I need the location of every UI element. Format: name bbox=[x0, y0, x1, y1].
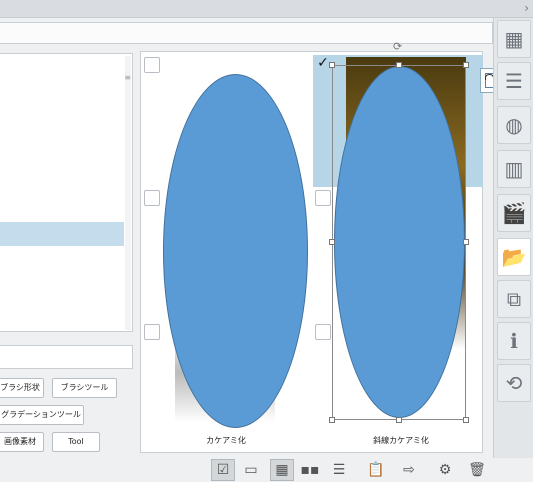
material-checkbox[interactable] bbox=[144, 324, 160, 340]
trash-icon[interactable]: 🗑 bbox=[465, 459, 489, 481]
tag-brush-shape-button[interactable]: ブラシ形状 bbox=[0, 378, 44, 398]
material-checkbox[interactable] bbox=[144, 57, 160, 73]
tag-image-material-button[interactable]: 画像素材 bbox=[0, 432, 44, 452]
info-icon[interactable]: ℹ bbox=[497, 322, 531, 360]
clapperboard-icon[interactable]: 🎬 bbox=[497, 194, 531, 232]
right-sidebar: ▦ ☰ ◍ ▥ 🎬 📂 ⧉ ℹ ⟲ bbox=[493, 18, 533, 458]
resize-handle[interactable] bbox=[396, 62, 402, 68]
material-tree-panel: ≡ bbox=[0, 53, 133, 332]
material-checkbox[interactable] bbox=[315, 190, 331, 206]
material-caption: カケアミ化 bbox=[206, 436, 246, 445]
circle-icon[interactable]: ◍ bbox=[497, 106, 531, 144]
panel-header bbox=[0, 22, 493, 44]
resize-handle[interactable] bbox=[463, 62, 469, 68]
window-icon[interactable]: ⧉ bbox=[497, 280, 531, 318]
settings-icon[interactable]: ⚙ bbox=[433, 459, 457, 481]
card-view-icon[interactable]: ▭ bbox=[239, 459, 263, 481]
sync-icon[interactable]: ⟲ bbox=[497, 364, 531, 402]
material-caption: 斜線カケアミ化 bbox=[373, 436, 429, 445]
resize-handle[interactable] bbox=[463, 239, 469, 245]
folder-stack-icon[interactable]: ▥ bbox=[497, 150, 531, 188]
paste-icon[interactable]: 📋 bbox=[364, 459, 388, 481]
tree-scrollbar[interactable] bbox=[125, 56, 131, 330]
small-grid-icon[interactable]: ▪▪ bbox=[298, 459, 322, 481]
export-icon[interactable]: ⇨ bbox=[397, 459, 421, 481]
check-view-icon[interactable]: ☑ bbox=[211, 459, 235, 481]
scroll-grip-icon: ≡ bbox=[124, 73, 131, 82]
large-grid-icon[interactable]: ▦ bbox=[270, 459, 294, 481]
bottom-toolbar: ☑ ▭ ▦ ▪▪ ☰ 📋 ⇨ ⚙ 🗑 bbox=[0, 458, 533, 482]
resize-handle[interactable] bbox=[463, 417, 469, 423]
chevron-right-icon[interactable]: › bbox=[524, 1, 529, 15]
list-view-icon[interactable]: ☰ bbox=[327, 459, 351, 481]
resize-handle[interactable] bbox=[329, 62, 335, 68]
thumbnail-grid-icon[interactable]: ▦ bbox=[497, 20, 531, 58]
ellipse-shape[interactable] bbox=[163, 74, 308, 428]
resize-handle[interactable] bbox=[396, 417, 402, 423]
tag-gradation-tool-button[interactable]: グラデーションツール bbox=[0, 405, 84, 425]
folder-import-icon[interactable]: 📂 bbox=[497, 238, 531, 276]
resize-handle[interactable] bbox=[329, 417, 335, 423]
ellipse-shape-selected[interactable] bbox=[334, 66, 465, 418]
rotate-handle-icon[interactable]: ⟳ bbox=[393, 40, 402, 53]
tag-brush-tool-button[interactable]: ブラシツール bbox=[52, 378, 117, 398]
tag-tool-button[interactable]: Tool bbox=[52, 432, 100, 452]
resize-handle[interactable] bbox=[329, 239, 335, 245]
top-toolbar: › bbox=[0, 0, 533, 18]
selected-tree-item[interactable] bbox=[0, 222, 124, 246]
material-checkbox[interactable] bbox=[144, 190, 160, 206]
material-checkbox[interactable] bbox=[315, 324, 331, 340]
list-icon[interactable]: ☰ bbox=[497, 62, 531, 100]
search-input[interactable] bbox=[0, 345, 133, 369]
